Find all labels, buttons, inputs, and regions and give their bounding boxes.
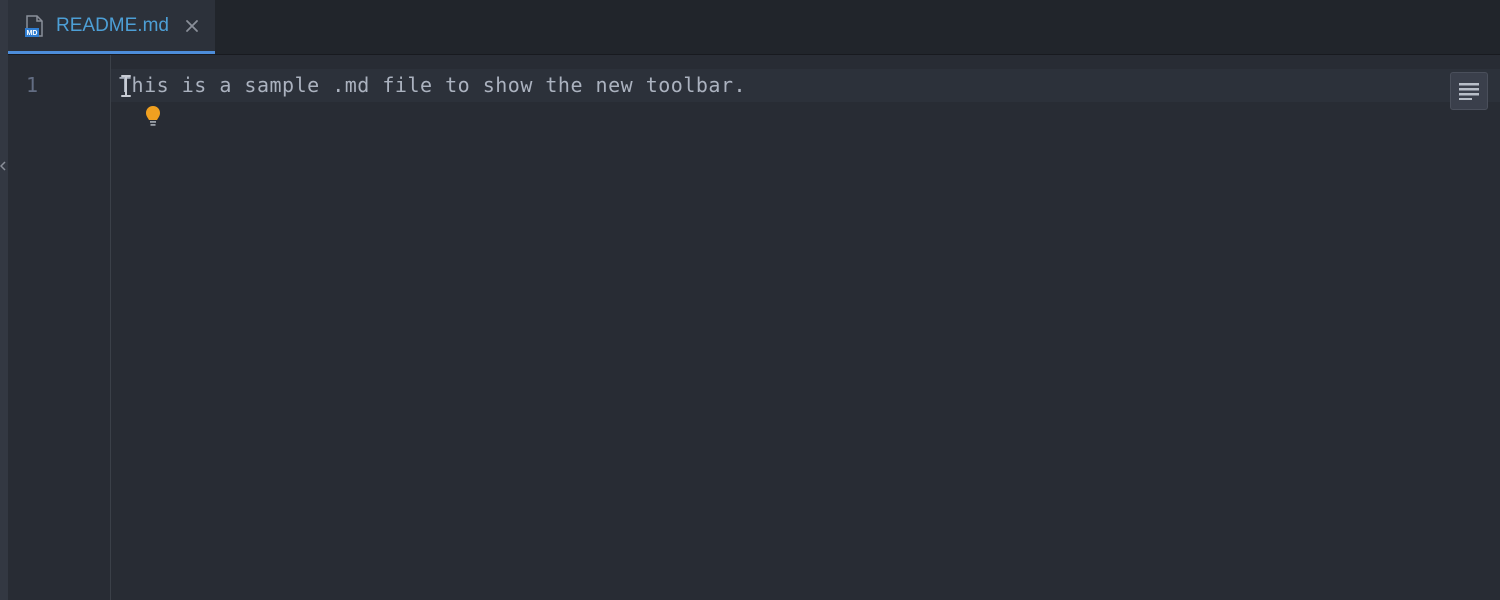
toolbar-menu-button[interactable] (1450, 72, 1488, 110)
code-line[interactable]: This is a sample .md file to show the ne… (111, 69, 1500, 102)
tab-bar: MD README.md (0, 0, 1500, 55)
chevron-left-icon (0, 160, 7, 175)
editor-tab[interactable]: MD README.md (8, 0, 215, 54)
sidebar-edge (0, 0, 8, 55)
code-area[interactable]: This is a sample .md file to show the ne… (110, 55, 1500, 600)
line-gutter: 1 (8, 55, 110, 600)
sidebar-edge-lower (0, 55, 8, 600)
menu-icon (1458, 82, 1480, 100)
editor-area: 1 This is a sample .md file to show the … (0, 55, 1500, 600)
code-text: This is a sample .md file to show the ne… (115, 69, 746, 102)
markdown-file-icon: MD (22, 14, 46, 38)
svg-text:MD: MD (27, 30, 38, 37)
lightbulb-icon[interactable] (143, 104, 163, 128)
line-number[interactable]: 1 (8, 69, 110, 102)
close-tab-button[interactable] (183, 17, 201, 35)
tab-filename: README.md (56, 15, 169, 37)
